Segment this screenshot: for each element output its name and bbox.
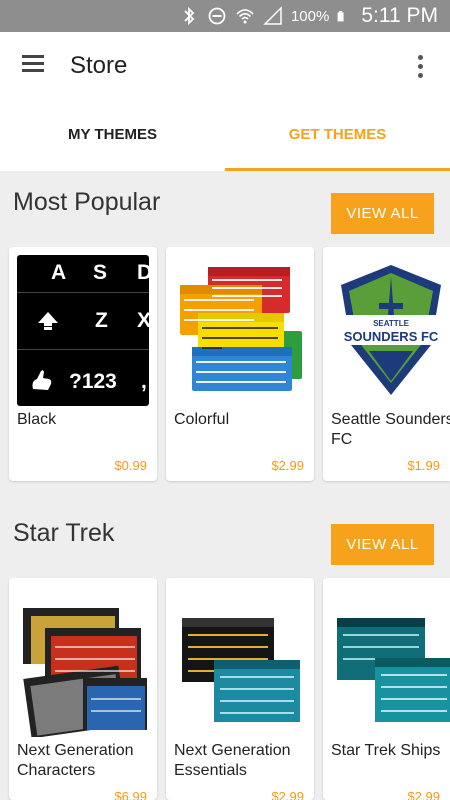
theme-card-seattle-sounders-fc[interactable]: SEATTLE SOUNDERS FC Seattle Sounders FC … — [323, 247, 450, 481]
view-all-button[interactable]: VIEW ALL — [331, 524, 434, 565]
sounders-logo: SEATTLE SOUNDERS FC — [341, 265, 441, 395]
signal-icon — [263, 6, 282, 25]
theme-thumbnail — [331, 586, 450, 737]
theme-card-star-trek-ships[interactable]: Star Trek Ships $2.99 — [323, 578, 450, 800]
theme-name: Next Generation Characters — [17, 742, 134, 779]
battery-percent: 100% — [290, 7, 330, 25]
theme-card-next-generation-essentials[interactable]: Next Generation Essentials $2.99 — [166, 578, 314, 800]
key-label: X — [137, 309, 149, 332]
theme-name: Black — [17, 411, 57, 428]
theme-price: $6.99 — [114, 789, 147, 800]
section-title-most-popular: Most Popular — [13, 188, 161, 216]
key-label: A — [51, 261, 67, 284]
tab-my-themes[interactable]: MY THEMES — [0, 102, 225, 171]
theme-name: Colorful — [174, 411, 230, 428]
shift-icon — [38, 312, 58, 330]
logo-text: SEATTLE — [373, 319, 410, 328]
theme-thumbnail: A S D Z X ?123 , — [17, 255, 149, 406]
theme-thumbnail — [17, 586, 149, 737]
bluetooth-icon — [184, 6, 195, 26]
theme-thumbnail — [174, 586, 306, 737]
theme-price: $2.99 — [271, 789, 304, 800]
theme-card-next-generation-characters[interactable]: Next Generation Characters $6.99 — [9, 578, 157, 800]
theme-price: $2.99 — [271, 458, 304, 473]
key-label: D — [137, 261, 149, 284]
wifi-icon — [236, 9, 254, 24]
swype-gesture-icon — [32, 370, 52, 390]
battery-icon — [337, 10, 344, 22]
theme-price: $2.99 — [407, 789, 440, 800]
key-label: Z — [95, 309, 108, 332]
page-title: Store — [70, 52, 128, 79]
hamburger-menu-icon[interactable] — [22, 55, 48, 79]
key-label: S — [93, 261, 108, 284]
theme-thumbnail: SEATTLE SOUNDERS FC — [331, 255, 450, 406]
theme-card-colorful[interactable]: Colorful $2.99 — [166, 247, 314, 481]
view-all-button[interactable]: VIEW ALL — [331, 193, 434, 234]
clock: 5:11 PM — [361, 4, 438, 27]
theme-card-black[interactable]: A S D Z X ?123 , Black $0.99 — [9, 247, 157, 481]
theme-thumbnail — [174, 255, 306, 406]
theme-price: $0.99 — [114, 458, 147, 473]
theme-name: Next Generation Essentials — [174, 742, 291, 779]
logo-text: SOUNDERS FC — [344, 329, 439, 344]
key-label: ?123 — [69, 370, 117, 393]
app-bar: Store — [0, 32, 450, 102]
overflow-menu-icon[interactable] — [410, 52, 430, 82]
tab-bar: MY THEMES GET THEMES — [0, 102, 450, 171]
tab-get-themes[interactable]: GET THEMES — [225, 102, 450, 171]
theme-price: $1.99 — [407, 458, 440, 473]
do-not-disturb-icon — [208, 7, 226, 25]
key-label: , — [141, 370, 147, 393]
section-title-star-trek: Star Trek — [13, 519, 115, 547]
theme-name: Star Trek Ships — [331, 742, 441, 759]
status-bar: 100% 5:11 PM — [0, 0, 450, 32]
theme-name: Seattle Sounders FC — [331, 411, 450, 448]
